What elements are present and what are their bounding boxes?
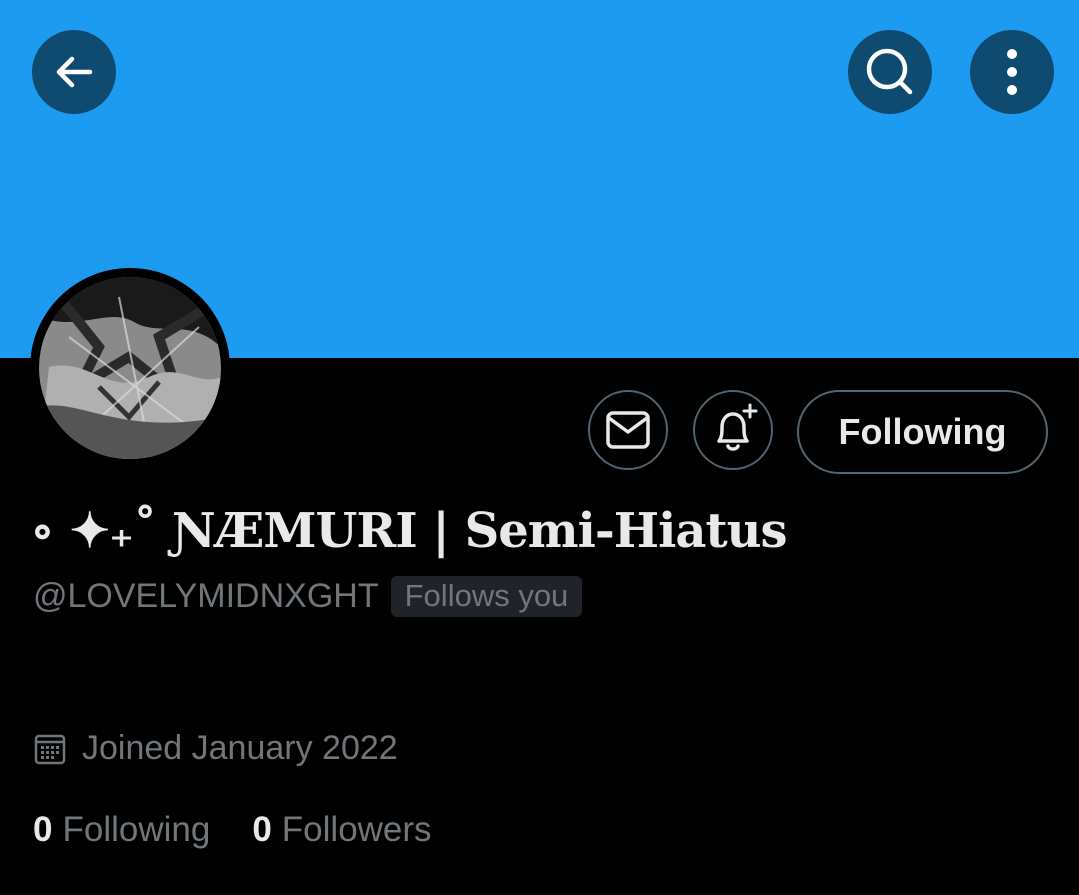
handle-row: @LOVELYMIDNXGHT Follows you	[33, 576, 583, 617]
more-options-button[interactable]	[970, 30, 1054, 114]
following-count: 0	[33, 810, 53, 849]
envelope-icon	[606, 411, 650, 449]
followers-stat[interactable]: 0 Followers	[252, 810, 431, 850]
follows-you-badge: Follows you	[390, 576, 583, 617]
bell-plus-icon	[717, 403, 758, 451]
calendar-icon	[34, 734, 66, 764]
avatar-image	[39, 277, 221, 459]
avatar-frame[interactable]	[30, 268, 230, 468]
notifications-button[interactable]	[693, 390, 773, 470]
arrow-left-icon	[56, 56, 93, 88]
search-button[interactable]	[848, 30, 932, 114]
followers-label: Followers	[281, 810, 432, 849]
following-label: Following	[62, 810, 211, 849]
joined-text: Joined January 2022	[82, 729, 398, 767]
following-button[interactable]: Following	[797, 390, 1048, 474]
follow-stats: 0 Following 0 Followers	[33, 810, 432, 850]
user-handle: @LOVELYMIDNXGHT	[33, 577, 379, 615]
followers-count: 0	[252, 810, 272, 849]
display-name: ∘ ✦₊˚ ƝÆMURI | Semi-Hiatus	[30, 503, 788, 559]
search-icon	[866, 48, 913, 95]
back-button[interactable]	[32, 30, 116, 114]
message-button[interactable]	[588, 390, 668, 470]
more-vertical-icon	[1007, 49, 1017, 95]
avatar[interactable]	[39, 277, 221, 459]
joined-date: Joined January 2022	[34, 729, 398, 768]
following-stat[interactable]: 0 Following	[33, 810, 210, 850]
